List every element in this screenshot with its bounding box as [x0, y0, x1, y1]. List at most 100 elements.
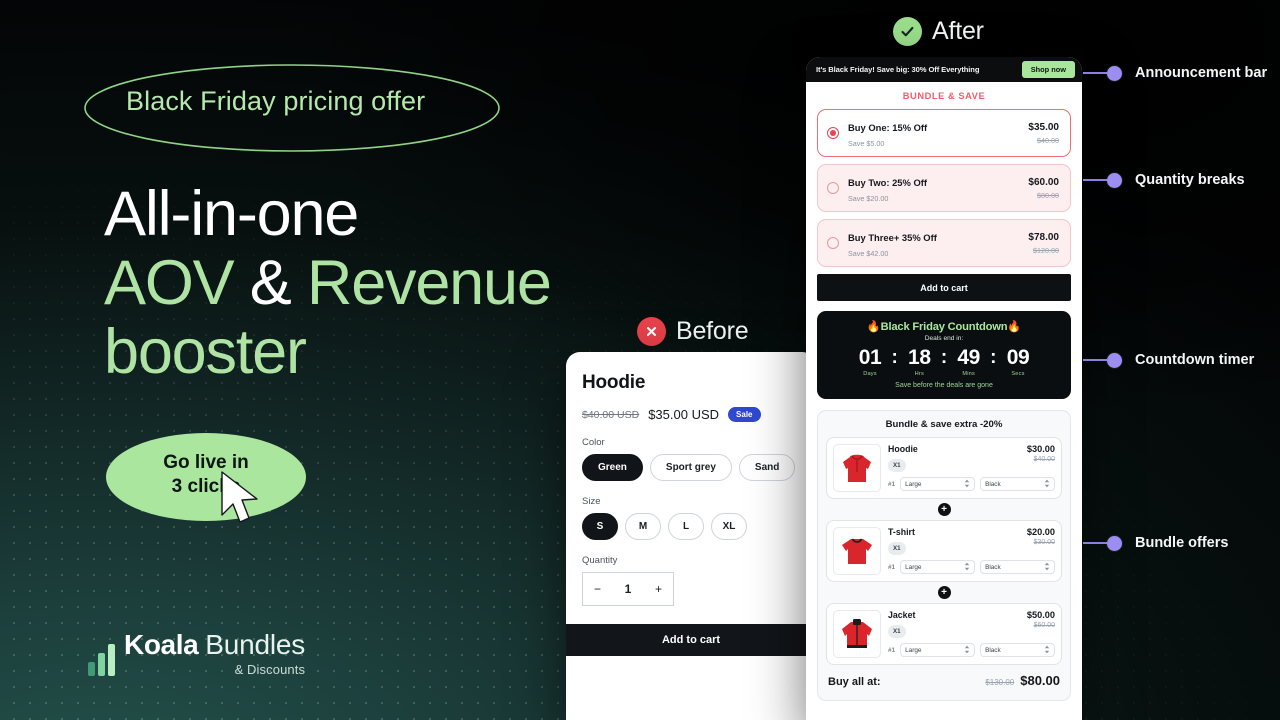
bundle-item-index: #1	[888, 480, 896, 488]
countdown-timer: 🔥Black Friday Countdown🔥 Deals end in: 0…	[817, 311, 1071, 399]
pill-line-1: Go live in	[163, 452, 249, 473]
quantity-increase-button[interactable]: +	[655, 582, 662, 596]
tier-name: Buy One: 15% Off	[848, 122, 928, 133]
after-product-page: It's Black Friday! Save big: 30% Off Eve…	[806, 57, 1082, 720]
x-circle-icon	[637, 317, 666, 346]
size-value: Large	[905, 646, 922, 654]
bundle-item-jacket[interactable]: Jacket X1 $50.00 $60.00 #1 Large Black	[826, 603, 1062, 665]
before-product-page: Hoodie $40.00 USD $35.00 USD Sale Color …	[566, 352, 816, 720]
quantity-break-tier-1[interactable]: Buy One: 15% Off Save $5.00 $35.00 $40.0…	[817, 109, 1071, 157]
buy-all-price: $80.00	[1020, 673, 1060, 688]
bundle-plus-separator: +	[826, 586, 1062, 599]
bundle-item-price: $30.00	[1026, 444, 1055, 454]
bundle-item-index: #1	[888, 563, 896, 571]
product-title: Hoodie	[582, 372, 646, 393]
countdown-hrs-value: 18	[908, 346, 931, 369]
eyebrow-ellipse: Black Friday pricing offer	[82, 62, 502, 154]
tier-price: $60.00	[1028, 176, 1059, 188]
bundle-item-hoodie[interactable]: Hoodie X1 $30.00 $40.00 #1 Large Black	[826, 437, 1062, 499]
bundle-item-size-select[interactable]: Large	[900, 477, 976, 491]
radio-icon[interactable]	[827, 237, 839, 249]
countdown-mins-unit: Mins	[962, 371, 975, 377]
bundle-item-color-select[interactable]: Black	[980, 477, 1056, 491]
color-option-sand[interactable]: Sand	[738, 454, 796, 481]
bundle-item-index: #1	[888, 646, 896, 654]
plus-icon: +	[937, 586, 951, 599]
color-value: Black	[985, 563, 1001, 571]
price-compare: $40.00 USD	[582, 408, 640, 421]
headline-aov: AOV	[104, 248, 235, 318]
bundle-item-tshirt[interactable]: T-shirt X1 $20.00 $30.00 #1 Large Black	[826, 520, 1062, 582]
annotation-label: Countdown timer	[1135, 352, 1255, 368]
annotation-label: Quantity breaks	[1135, 172, 1245, 188]
countdown-values: 01 Days : 18 Hrs : 49 Mins : 09 Secs	[827, 346, 1061, 378]
quantity-break-tier-3[interactable]: Buy Three+ 35% Off Save $42.00 $78.00 $1…	[817, 219, 1071, 267]
red-hoodie-image	[833, 444, 881, 492]
tier-compare-price: $40.00	[1037, 135, 1059, 145]
size-option-xl[interactable]: XL	[711, 513, 747, 540]
pill-line-2: 3 clicks	[171, 476, 241, 497]
annotation-countdown-timer: Countdown timer	[1083, 352, 1254, 368]
annotation-dot-icon	[1107, 535, 1122, 551]
size-label: Size	[582, 496, 601, 507]
chevron-updown-icon	[964, 562, 970, 573]
after-label: After	[893, 17, 984, 46]
size-options: S M L XL	[582, 513, 800, 540]
buy-all-label: Buy all at:	[828, 676, 881, 688]
countdown-days-value: 01	[858, 346, 882, 369]
color-option-green[interactable]: Green	[582, 454, 643, 481]
go-live-badge: Go live in 3 clicks	[106, 433, 306, 521]
annotation-dot-icon	[1107, 352, 1122, 368]
promo-graphic: Black Friday pricing offer All-in-one AO…	[0, 0, 1280, 720]
size-value: Large	[905, 563, 922, 571]
countdown-hrs-unit: Hrs	[914, 371, 924, 377]
annotation-bundle-offers: Bundle offers	[1083, 535, 1228, 551]
logo-bundles: Bundles	[205, 629, 306, 660]
size-option-m[interactable]: M	[625, 513, 661, 540]
price-row: $40.00 USD $35.00 USD Sale	[582, 407, 800, 422]
countdown-secs-unit: Secs	[1011, 371, 1025, 377]
annotation-quantity-breaks: Quantity breaks	[1083, 172, 1245, 188]
chevron-updown-icon	[964, 645, 970, 656]
countdown-mins-value: 49	[957, 346, 980, 369]
quantity-stepper[interactable]: − 1 +	[582, 572, 674, 606]
leader-line	[1083, 72, 1107, 74]
tier-name: Buy Three+ 35% Off	[848, 232, 937, 243]
radio-selected-icon[interactable]	[827, 127, 839, 139]
countdown-separator: :	[940, 347, 948, 368]
size-option-l[interactable]: L	[668, 513, 704, 540]
headline-line-2: AOV & Revenue	[104, 249, 664, 318]
countdown-secs-value: 09	[1006, 346, 1030, 369]
bundle-plus-separator: +	[826, 503, 1062, 516]
color-value: Black	[985, 646, 1001, 654]
after-label-text: After	[932, 17, 984, 45]
buy-all-row: Buy all at: $130.00 $80.00	[826, 665, 1062, 692]
leader-line	[1083, 179, 1107, 181]
color-option-sport-grey[interactable]: Sport grey	[649, 454, 732, 481]
chevron-updown-icon	[964, 479, 970, 490]
chevron-updown-icon	[1044, 645, 1050, 656]
add-to-cart-button[interactable]: Add to cart	[566, 624, 816, 656]
bundle-item-color-select[interactable]: Black	[980, 560, 1056, 574]
logo-koala: Koala	[124, 629, 199, 660]
countdown-subtitle: Deals end in:	[924, 335, 964, 342]
quantity-break-tier-2[interactable]: Buy Two: 25% Off Save $20.00 $60.00 $80.…	[817, 164, 1071, 212]
headline-text: All-in-one	[104, 179, 359, 249]
bundle-item-size-select[interactable]: Large	[900, 560, 976, 574]
add-to-cart-button[interactable]: Add to cart	[817, 274, 1071, 301]
announcement-text: It's Black Friday! Save big: 30% Off Eve…	[816, 65, 980, 74]
bundle-item-size-select[interactable]: Large	[900, 643, 976, 657]
size-value: Large	[905, 480, 922, 488]
bundle-item-qty: X1	[888, 459, 906, 472]
quantity-decrease-button[interactable]: −	[594, 582, 601, 596]
annotation-announcement-bar: Announcement bar	[1083, 65, 1267, 81]
shop-now-button[interactable]: Shop now	[1021, 61, 1075, 78]
tier-price: $35.00	[1028, 121, 1059, 133]
countdown-title: 🔥Black Friday Countdown🔥	[866, 321, 1022, 333]
radio-icon[interactable]	[827, 182, 839, 194]
red-tshirt-image	[833, 527, 881, 575]
price-current: $35.00 USD	[648, 407, 720, 422]
tier-name: Buy Two: 25% Off	[848, 177, 927, 188]
bundle-item-color-select[interactable]: Black	[980, 643, 1056, 657]
size-option-s[interactable]: S	[582, 513, 618, 540]
